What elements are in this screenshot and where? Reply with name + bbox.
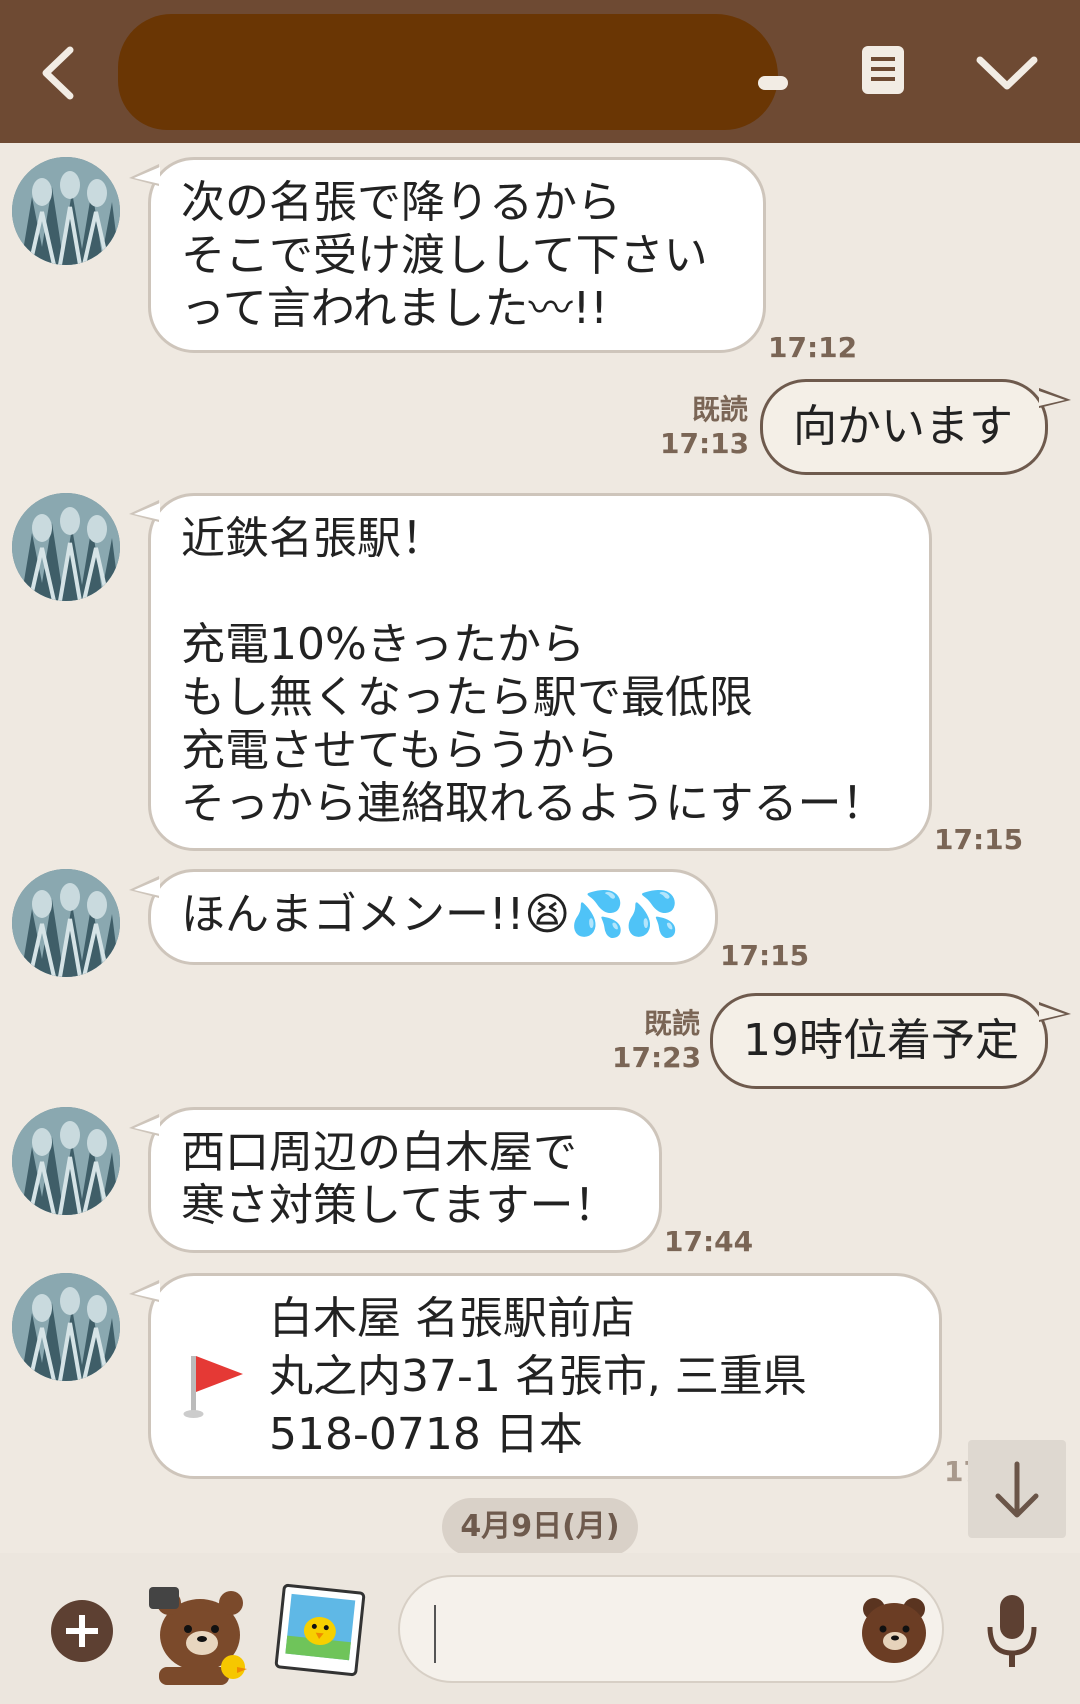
location-message[interactable]: 白木屋 名張駅前店 丸之内37-1 名張市, 三重県 518-0718 日本 xyxy=(129,1273,942,1479)
photo-button[interactable] xyxy=(272,1581,368,1679)
photo-icon xyxy=(274,1583,366,1677)
incoming-message[interactable]: 次の名張で降りるから そこで受け渡しして下さい って言われました〰!! xyxy=(129,157,766,353)
avatar[interactable] xyxy=(12,1107,120,1215)
microphone-icon xyxy=(987,1595,1037,1667)
avatar-image xyxy=(12,869,120,977)
notes-button[interactable] xyxy=(858,42,908,98)
avatar-image xyxy=(12,157,120,265)
message-text: 向かいます xyxy=(793,401,1013,452)
incoming-message[interactable]: 近鉄名張駅！ 充電10%きったから もし無くなったら駅で最低限 充電させてもらう… xyxy=(129,493,932,851)
message-text: もし無くなったら駅で最低限 xyxy=(181,672,753,723)
avatar[interactable] xyxy=(12,869,120,977)
message-text: 次の名張で降りるから xyxy=(181,177,621,228)
microphone-button[interactable] xyxy=(984,1593,1040,1673)
message-text: 寒さ対策してますー！ xyxy=(181,1180,618,1231)
back-button[interactable] xyxy=(30,38,90,108)
avatar-image xyxy=(12,493,120,601)
message-text: ほんまゴメンー!!😫💦💦 xyxy=(181,888,685,941)
outgoing-message[interactable]: 19時位着予定 xyxy=(710,993,1071,1089)
avatar[interactable] xyxy=(12,493,120,601)
message-text: そこで受け渡しして下さい xyxy=(181,230,708,281)
message-text: 充電10%きったから xyxy=(181,619,586,670)
outgoing-message[interactable]: 向かいます xyxy=(760,379,1071,475)
message-list[interactable]: 次の名張で降りるから そこで受け渡しして下さい って言われました〰!! 17:1… xyxy=(0,143,1080,1553)
message-timestamp: 17:23 xyxy=(612,1041,702,1074)
message-input[interactable] xyxy=(398,1575,944,1683)
message-timestamp: 17:15 xyxy=(934,823,1024,856)
plus-icon xyxy=(51,1600,113,1662)
message-text: って言われました〰!! xyxy=(181,283,608,334)
avatar[interactable] xyxy=(12,157,120,265)
location-address: 518-0718 日本 xyxy=(269,1409,583,1460)
location-name: 白木屋 名張駅前店 xyxy=(269,1293,635,1344)
menu-toggle-button[interactable] xyxy=(972,48,1042,98)
flag-icon xyxy=(183,1356,243,1418)
message-text: そっから連絡取れるようにするー！ xyxy=(181,778,886,829)
read-receipt: 既読 17:13 xyxy=(660,393,750,461)
avatar[interactable] xyxy=(12,1273,120,1381)
notes-icon xyxy=(862,46,904,94)
date-separator: 4月9日(月) xyxy=(442,1498,638,1556)
incoming-message[interactable]: ほんまゴメンー!!😫💦💦 xyxy=(129,869,718,965)
text-caret xyxy=(434,1605,436,1663)
sticker-button[interactable] xyxy=(145,1577,255,1687)
emoji-button[interactable] xyxy=(856,1591,932,1667)
location-address: 丸之内37-1 名張市, 三重県 xyxy=(269,1351,807,1402)
emoji-icon: 😫💦💦 xyxy=(524,889,680,940)
avatar-image xyxy=(12,1107,120,1215)
incoming-message[interactable]: 西口周辺の白木屋で 寒さ対策してますー！ xyxy=(129,1107,662,1253)
message-timestamp: 17:13 xyxy=(660,427,750,460)
bear-emoji-icon xyxy=(862,1598,926,1663)
message-text: 近鉄名張駅！ xyxy=(181,513,445,564)
add-attachment-button[interactable] xyxy=(50,1599,114,1663)
avatar-image xyxy=(12,1273,120,1381)
read-receipt: 既読 17:23 xyxy=(612,1007,702,1075)
brown-bear-sticker-icon xyxy=(149,1587,247,1685)
message-text: 西口周辺の白木屋で xyxy=(181,1127,577,1178)
chat-header xyxy=(0,0,1080,143)
arrow-down-icon xyxy=(995,1461,1039,1518)
message-text-body: ほんまゴメンー!! xyxy=(181,889,525,940)
scroll-to-bottom-button[interactable] xyxy=(968,1440,1066,1538)
message-timestamp: 17:12 xyxy=(768,331,858,364)
message-timestamp: 17:15 xyxy=(720,939,810,972)
chevron-left-icon xyxy=(42,46,74,100)
input-bar xyxy=(0,1553,1080,1704)
read-label: 既読 xyxy=(643,1007,700,1040)
chat-title-redacted xyxy=(118,14,788,130)
message-text xyxy=(181,565,899,618)
message-text: 充電させてもらうから xyxy=(181,725,619,776)
chevron-down-icon xyxy=(976,56,1038,90)
read-label: 既読 xyxy=(691,393,748,426)
message-text: 19時位着予定 xyxy=(743,1015,1019,1066)
message-timestamp: 17:44 xyxy=(664,1225,754,1258)
